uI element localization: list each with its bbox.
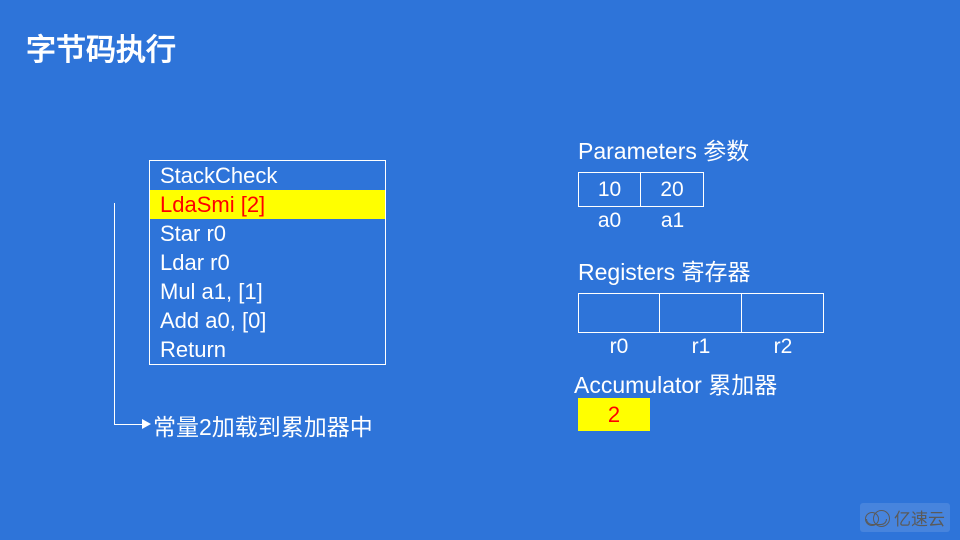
bytecode-list: StackCheck LdaSmi [2] Star r0 Ldar r0 Mu… bbox=[149, 160, 386, 365]
reg-label: r0 bbox=[578, 335, 660, 359]
param-cell: 10 bbox=[578, 172, 641, 207]
cloud-icon bbox=[865, 510, 889, 526]
param-label: a0 bbox=[578, 209, 641, 233]
accumulator-title: Accumulator 累加器 bbox=[574, 366, 777, 400]
param-cell: 20 bbox=[641, 172, 704, 207]
registers-section: Registers 寄存器 r0 r1 r2 bbox=[578, 253, 824, 359]
parameters-values: 10 20 bbox=[578, 172, 749, 207]
parameters-title: Parameters 参数 bbox=[578, 132, 749, 166]
reg-label: r2 bbox=[742, 335, 824, 359]
bytecode-row: StackCheck bbox=[150, 161, 385, 190]
arrow-right-icon bbox=[142, 419, 151, 429]
param-label: a1 bbox=[641, 209, 704, 233]
page-title: 字节码执行 bbox=[26, 25, 176, 69]
reg-label: r1 bbox=[660, 335, 742, 359]
flow-arrow bbox=[114, 196, 152, 432]
watermark-text: 亿速云 bbox=[894, 505, 945, 530]
registers-title: Registers 寄存器 bbox=[578, 253, 824, 287]
registers-values bbox=[578, 293, 824, 333]
bytecode-row: Ldar r0 bbox=[150, 248, 385, 277]
bytecode-row: Mul a1, [1] bbox=[150, 277, 385, 306]
bytecode-row-current: LdaSmi [2] bbox=[150, 190, 385, 219]
accumulator-value: 2 bbox=[578, 398, 650, 431]
reg-cell bbox=[578, 293, 660, 333]
bytecode-row: Return bbox=[150, 335, 385, 364]
parameters-section: Parameters 参数 10 20 a0 a1 bbox=[578, 132, 749, 233]
watermark: 亿速云 bbox=[860, 503, 950, 532]
bytecode-row: Star r0 bbox=[150, 219, 385, 248]
bytecode-row: Add a0, [0] bbox=[150, 306, 385, 335]
reg-cell bbox=[742, 293, 824, 333]
reg-cell bbox=[660, 293, 742, 333]
step-note: 常量2加载到累加器中 bbox=[153, 408, 373, 442]
